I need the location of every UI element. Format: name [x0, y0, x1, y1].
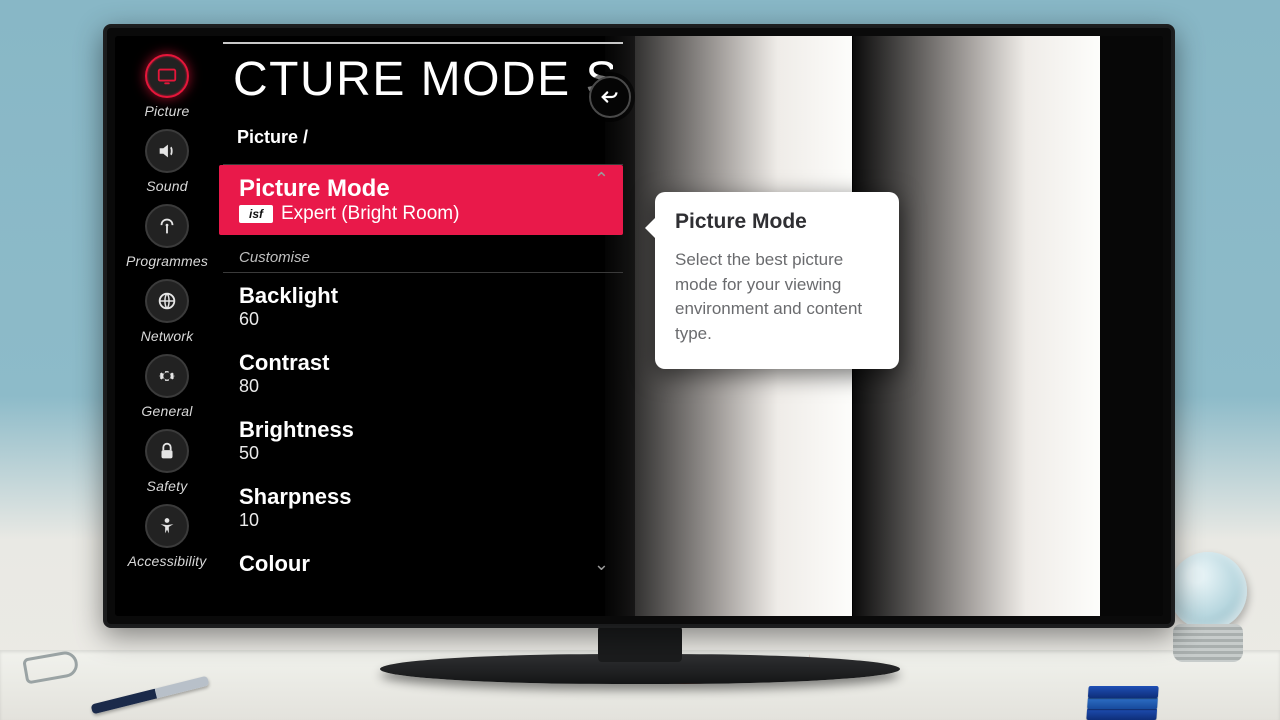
rail-item-sound[interactable]: Sound [126, 129, 208, 194]
row-label: Sharpness [239, 484, 607, 510]
section-label-customise: Customise [223, 235, 623, 273]
row-value: 60 [239, 309, 607, 330]
row-value: 50 [239, 443, 607, 464]
globe-icon [145, 279, 189, 323]
tv-icon [145, 54, 189, 98]
rail-item-programmes[interactable]: Programmes [126, 204, 208, 269]
rail-label: Sound [146, 178, 187, 194]
page-title: CTURE MODE SE [233, 52, 613, 107]
row-label: Brightness [239, 417, 607, 443]
settings-list[interactable]: ⌃ Picture Mode isf Expert (Bright Room) … [223, 165, 623, 581]
row-backlight[interactable]: Backlight 60 [223, 273, 623, 340]
row-label: Picture Mode [239, 175, 607, 203]
rail-item-safety[interactable]: Safety [126, 429, 208, 494]
row-picture-mode[interactable]: Picture Mode isf Expert (Bright Room) [219, 165, 623, 235]
settings-main-column: CTURE MODE SE Picture / ⌃ Picture Mode i… [223, 36, 623, 616]
rail-label: Safety [147, 478, 188, 494]
rail-label: General [141, 403, 192, 419]
back-button[interactable] [589, 76, 631, 118]
chevron-up-icon[interactable]: ⌃ [594, 169, 609, 190]
rail-item-general[interactable]: General [126, 354, 208, 419]
tv-screen: Picture Sound Programmes [115, 36, 1163, 616]
row-label: Contrast [239, 350, 607, 376]
rail-item-picture[interactable]: Picture [126, 54, 208, 119]
isf-badge: isf [239, 205, 273, 223]
help-card: Picture Mode Select the best picture mod… [655, 192, 899, 369]
lock-icon [145, 429, 189, 473]
chevron-down-icon[interactable]: ⌄ [594, 554, 609, 575]
settings-ui: Picture Sound Programmes [115, 36, 1163, 616]
row-label: Colour [239, 551, 607, 577]
rail-item-accessibility[interactable]: Accessibility [126, 504, 208, 569]
rail-label: Accessibility [128, 553, 207, 569]
row-label: Backlight [239, 283, 607, 309]
rail-label: Network [141, 328, 194, 344]
row-value-text: Expert (Bright Room) [281, 203, 459, 225]
person-icon [145, 504, 189, 548]
row-sharpness[interactable]: Sharpness 10 [223, 474, 623, 541]
row-brightness[interactable]: Brightness 50 [223, 407, 623, 474]
undo-icon [599, 86, 621, 108]
row-value: isf Expert (Bright Room) [239, 203, 607, 225]
breadcrumb: Picture / [223, 113, 623, 164]
row-colour[interactable]: Colour [223, 541, 623, 581]
gear-icon [145, 354, 189, 398]
tv-stand-neck [598, 626, 682, 662]
decorative-globe [1165, 552, 1250, 662]
decorative-bluray-stack [1086, 672, 1159, 720]
row-contrast[interactable]: Contrast 80 [223, 340, 623, 407]
speaker-icon [145, 129, 189, 173]
rail-label: Picture [145, 103, 190, 119]
help-body: Select the best picture mode for your vi… [675, 248, 879, 347]
page-title-row: CTURE MODE SE [223, 42, 623, 113]
tv-frame: Picture Sound Programmes [103, 24, 1175, 628]
help-title: Picture Mode [675, 210, 879, 234]
rail-label: Programmes [126, 253, 208, 269]
row-value: 10 [239, 510, 607, 531]
antenna-icon [145, 204, 189, 248]
settings-category-rail: Picture Sound Programmes [126, 54, 208, 569]
rail-item-network[interactable]: Network [126, 279, 208, 344]
row-value: 80 [239, 376, 607, 397]
